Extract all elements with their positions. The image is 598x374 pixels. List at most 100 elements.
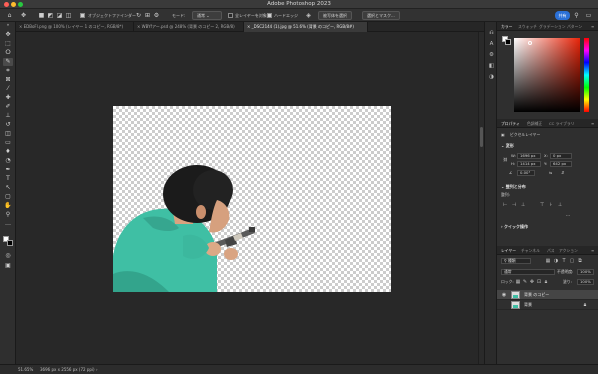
quick-mask-icon[interactable]: ◎ [3,252,13,260]
gear-icon[interactable]: ⚙ [153,12,160,19]
eraser-tool-icon[interactable]: ◫ [3,130,13,138]
visibility-eye-icon[interactable]: ◉ [501,292,507,298]
height-field[interactable]: 1414 px [517,161,541,167]
zoom-level[interactable]: 51.65% [18,367,33,373]
path-select-tool-icon[interactable]: ↖ [3,184,13,192]
mode-select[interactable]: 通常 ⌄ [192,11,222,20]
filter-adjust-icon[interactable]: ◑ [553,258,559,264]
tab-actions[interactable]: アクション [559,246,578,255]
move-tool-icon[interactable]: ✥ [3,31,13,39]
more-tools-icon[interactable]: … [3,220,13,228]
hand-tool-icon[interactable]: ✋ [3,202,13,210]
subtract-selection-icon[interactable]: ◪ [56,12,63,19]
tab-color[interactable]: カラー [501,22,512,31]
gradient-tool-icon[interactable]: ▭ [3,139,13,147]
select-subject-button[interactable]: 被写体を選択 [318,11,352,20]
background-color-swatch[interactable] [7,240,13,246]
adjust-icon[interactable]: ◑ [488,74,495,81]
hue-slider[interactable] [584,38,589,112]
fill-field[interactable]: 100% [577,279,594,285]
opacity-field[interactable]: 100% [577,269,594,275]
lock-pixels-icon[interactable]: ▦ [515,279,521,285]
crop-tool-icon[interactable]: ⌗ [3,67,13,75]
flip-horizontal-icon[interactable]: ⇋ [549,170,552,176]
hard-edge-checkbox[interactable] [267,13,272,18]
bg-color-chip[interactable] [505,39,511,45]
panel-menu-icon[interactable]: ≡ [591,119,594,128]
doc-tab-1[interactable]: × EDBoFl.png @ 100% (レイヤー 1 のコピー, RGB/8*… [16,22,134,32]
filter-smart-icon[interactable]: ⧉ [577,258,583,264]
tab-cc-libraries[interactable]: CC ライブラリ [549,119,575,128]
angle-field[interactable]: 0.00° [517,170,535,176]
healing-tool-icon[interactable]: ✚ [3,94,13,102]
tool-preset-icon[interactable]: ✥ [20,12,27,19]
lock-paint-icon[interactable]: ✎ [522,279,528,285]
dodge-tool-icon[interactable]: ◔ [3,157,13,165]
home-icon[interactable]: ⌂ [6,12,13,19]
x-field[interactable]: 0 px [550,153,572,159]
history-icon[interactable]: ⎌ [488,30,495,37]
tab-patterns[interactable]: パターン [567,22,582,31]
align-bottom-icon[interactable]: ⊥ [557,202,563,208]
object-finder-checkbox[interactable] [80,13,85,18]
align-left-icon[interactable]: ⊢ [502,202,508,208]
workspace-icon[interactable]: ▭ [585,12,592,19]
properties-icon[interactable]: ◧ [488,63,495,70]
transform-heading[interactable]: ⌄ 変形 [501,143,514,149]
tab-adjustments[interactable]: 色調補正 [527,119,542,128]
add-selection-icon[interactable]: ◩ [47,12,54,19]
filter-pixel-icon[interactable]: ▦ [545,258,551,264]
shape-tool-icon[interactable]: ▢ [3,193,13,201]
doc-tab-2[interactable]: × WBYfアー.psd @ 248% (背景 のコピー 2, RGB/8) [134,22,244,32]
search-icon[interactable]: ⚲ [573,12,580,19]
select-and-mask-button[interactable]: 選択とマスク... [362,11,400,20]
frame-tool-icon[interactable]: ⊠ [3,76,13,84]
marquee-tool-icon[interactable]: ⬚ [3,40,13,48]
intersect-selection-icon[interactable]: ◫ [65,12,72,19]
new-selection-icon[interactable]: ■ [38,12,45,19]
stamp-tool-icon[interactable]: ⊥ [3,112,13,120]
quick-select-tool-icon[interactable]: ✎ [3,58,13,66]
filter-type-icon[interactable]: T [561,258,567,264]
color-picker-field[interactable] [514,38,580,112]
quick-actions-heading[interactable]: › クイック操作 [501,224,528,230]
glyphs-icon[interactable]: A [488,41,495,48]
layer-row[interactable]: ◉ 背景 のコピー [497,290,598,300]
tab-properties[interactable]: プロパティ [501,119,520,128]
align-right-icon[interactable]: ⊥ [520,202,526,208]
lock-artboard-icon[interactable]: ⊡ [536,279,542,285]
type-tool-icon[interactable]: T [3,175,13,183]
grid-icon[interactable]: ⊞ [144,12,151,19]
panel-menu-icon[interactable]: ≡ [591,246,594,255]
lasso-tool-icon[interactable]: ⵔ [3,49,13,57]
blend-mode-select[interactable]: 通常 [501,269,555,275]
all-layers-checkbox[interactable] [228,13,233,18]
layer-row[interactable]: 背景 🔒︎ [497,300,598,310]
y-field[interactable]: 642 px [550,161,572,167]
share-button[interactable]: 共有 [555,11,570,20]
link-icon[interactable]: ⛓ [503,157,508,163]
align-top-icon[interactable]: ⊤ [539,202,545,208]
align-center-h-icon[interactable]: ⊣ [511,202,517,208]
filter-shape-icon[interactable]: ▢ [569,258,575,264]
zoom-tool-icon[interactable]: ⚲ [3,211,13,219]
tab-layers[interactable]: レイヤー [501,246,516,255]
lock-move-icon[interactable]: ✥ [529,279,535,285]
visibility-off-icon[interactable] [501,302,507,308]
flip-vertical-icon[interactable]: ⇵ [561,170,564,176]
more-options-icon[interactable]: … [565,212,571,218]
layer-filter-select[interactable]: ⚲ 種類 [501,258,531,264]
screen-mode-icon[interactable]: ▣ [3,262,13,270]
history-brush-tool-icon[interactable]: ↺ [3,121,13,129]
lock-all-icon[interactable]: 🔒︎ [543,279,549,285]
brush-tool-icon[interactable]: ✐ [3,103,13,111]
panel-menu-icon[interactable]: ≡ [591,22,594,31]
tab-paths[interactable]: パス [547,246,555,255]
select-subject-icon[interactable]: ◈ [305,12,312,19]
tab-swatches[interactable]: スウォッチ [518,22,537,31]
align-heading[interactable]: ⌄ 整列と分布 [501,184,526,190]
width-field[interactable]: 1696 px [517,153,541,159]
status-menu-icon[interactable]: › [96,367,98,373]
pen-tool-icon[interactable]: ✒ [3,166,13,174]
tab-channels[interactable]: チャンネル [521,246,540,255]
